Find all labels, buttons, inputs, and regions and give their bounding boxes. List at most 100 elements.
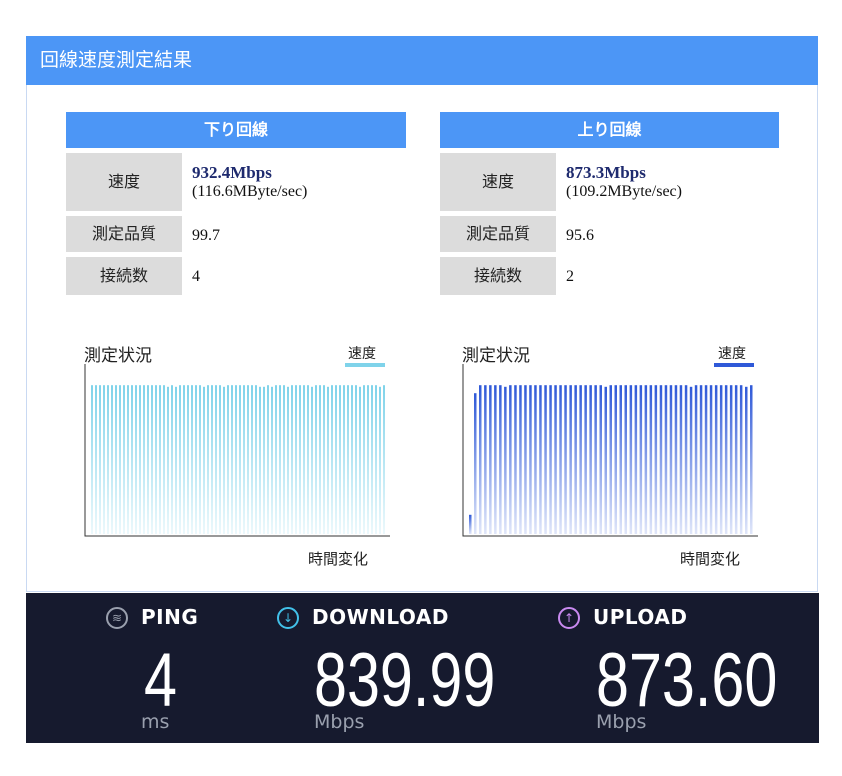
upload-chart-bar [629, 385, 633, 534]
download-chart-bar [151, 385, 153, 534]
download-chart-bar [267, 385, 269, 534]
download-chart-bar [263, 386, 265, 534]
upload-chart-bar [484, 385, 487, 534]
download-chart-bar [375, 385, 377, 534]
upload-chart-bar [734, 385, 738, 534]
download-chart-bar [219, 385, 221, 534]
download-chart-bar [303, 385, 305, 534]
download-chart-bar [243, 385, 245, 534]
upload-chart-bar [709, 385, 713, 534]
download-chart-bar [155, 385, 157, 534]
upload-chart-bar [639, 385, 643, 534]
download-chart-bar [383, 385, 385, 534]
download-chart-bar [359, 386, 361, 534]
page-title: 回線速度測定結果 [26, 36, 818, 85]
upload-chart-bar [489, 385, 492, 534]
upload-chart-bar [654, 385, 658, 534]
upload-chart-bar [745, 386, 748, 534]
download-chart-bar [339, 385, 341, 534]
upload-chart-bar [704, 385, 708, 534]
download-speed-chart [84, 364, 390, 537]
upload-chart-bar [674, 385, 678, 534]
download-chart-bar [271, 386, 273, 534]
download-chart-bar [299, 385, 301, 534]
download-chart-bar [315, 385, 317, 534]
upload-chart-bar [549, 385, 552, 534]
ping-unit: ms [141, 711, 170, 733]
download-metric-value: 839.99 [314, 638, 496, 723]
download-chart-bar [363, 385, 365, 534]
upload-chart-bar [634, 385, 638, 534]
upload-chart-bar [469, 514, 472, 534]
upload-chart-bar [474, 393, 477, 534]
download-chart-bar [127, 385, 129, 534]
upload-chart-bar [559, 385, 562, 534]
download-chart-bar [191, 385, 193, 534]
download-chart-bar [199, 385, 201, 534]
download-chart-bar [99, 385, 101, 534]
upload-metric-value: 873.60 [596, 638, 778, 723]
upload-chart-bar [504, 386, 507, 534]
upload-xlabel: 時間変化 [680, 550, 741, 568]
download-chart-bar [295, 385, 297, 534]
download-chart-bar [307, 385, 309, 534]
download-chart-bar [279, 385, 281, 534]
download-chart-bar [159, 385, 161, 534]
upload-chart-bar [659, 385, 663, 534]
download-chart-bar [95, 385, 97, 534]
download-connections-label: 接続数 [66, 257, 182, 295]
upload-chart-bar [604, 386, 607, 534]
upload-chart-bar [644, 385, 648, 534]
download-chart-bar [115, 385, 117, 534]
download-metric-unit: Mbps [314, 711, 365, 733]
download-chart-bar [335, 385, 337, 534]
download-chart-bar [327, 386, 329, 534]
upload-heading: 上り回線 [440, 112, 779, 148]
upload-speed-value: 873.3Mbps (109.2MByte/sec) [566, 163, 682, 201]
download-speed-value: 932.4Mbps (116.6MByte/sec) [192, 163, 307, 201]
upload-chart-bar [624, 385, 627, 534]
download-chart-bar [247, 385, 249, 534]
download-chart-bar [291, 385, 293, 534]
upload-chart-bar [689, 386, 693, 534]
download-chart-bar [319, 385, 321, 534]
upload-chart-bar [699, 385, 703, 534]
download-chart-bar [223, 386, 225, 534]
download-chart-bar [347, 385, 349, 534]
download-chart-bar [255, 385, 257, 534]
upload-chart-bar [479, 385, 482, 534]
upload-chart-bar [729, 385, 733, 534]
upload-chart-bar [544, 385, 547, 534]
ping-icon: ≋ [106, 607, 128, 629]
upload-chart-bar [649, 385, 653, 534]
speedtest-summary: ≋ PING 4 ms ↓ DOWNLOAD 839.99 Mbps ↑ UPL… [26, 593, 819, 743]
upload-chart-bar [494, 385, 497, 534]
download-chart-bar [131, 385, 133, 534]
ping-value: 4 [144, 638, 177, 723]
upload-chart-bar [599, 385, 602, 534]
upload-chart-bar [719, 385, 723, 534]
upload-chart-bar [579, 385, 582, 534]
download-chart-bar [171, 385, 173, 534]
upload-chart-bar [574, 385, 577, 534]
download-chart-bar [251, 385, 253, 534]
download-chart-bar [331, 385, 333, 534]
upload-chart-bar [594, 385, 597, 534]
download-chart-bar [123, 385, 125, 534]
download-chart-bar [139, 385, 141, 534]
upload-quality-value: 95.6 [566, 227, 594, 244]
upload-speed: 873.3Mbps [566, 163, 646, 182]
upload-chart-bar [614, 385, 617, 534]
download-metric-label: DOWNLOAD [312, 605, 449, 629]
download-chart-bar [343, 385, 345, 534]
download-chart-caption: 測定状況 [84, 346, 152, 366]
download-chart-bar [103, 385, 105, 534]
upload-chart-bar [569, 385, 572, 534]
download-chart-bar [163, 385, 165, 534]
download-quality-label: 測定品質 [66, 216, 182, 252]
download-heading: 下り回線 [66, 112, 406, 148]
download-chart-bar [147, 385, 149, 534]
download-quality-value: 99.7 [192, 227, 220, 244]
upload-chart-bar [589, 385, 592, 534]
upload-chart-bar [509, 385, 512, 534]
